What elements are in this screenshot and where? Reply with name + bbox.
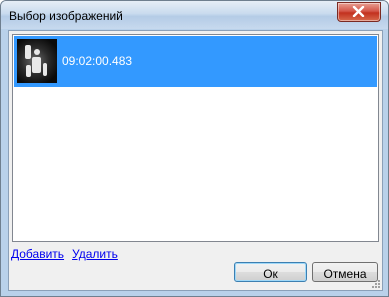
close-icon [352,6,365,17]
dialog-window: Выбор изображений 09:02:00.483 Добавить У… [0,0,389,297]
close-button[interactable] [337,2,381,22]
list-item[interactable]: 09:02:00.483 [14,36,377,87]
cancel-button[interactable]: Отмена [312,262,378,282]
ok-button[interactable]: Ок [234,262,307,282]
remove-link[interactable]: Удалить [72,247,118,261]
image-list[interactable]: 09:02:00.483 [12,34,379,242]
image-thumbnail [17,39,57,83]
window-title: Выбор изображений [9,9,123,23]
add-link[interactable]: Добавить [11,247,64,261]
dialog-content: 09:02:00.483 Добавить Удалить Ок Отмена [8,30,383,291]
item-timestamp: 09:02:00.483 [62,54,133,68]
title-bar[interactable]: Выбор изображений [1,1,388,29]
resize-grip-icon[interactable] [371,279,381,289]
list-actions: Добавить Удалить [11,247,126,261]
